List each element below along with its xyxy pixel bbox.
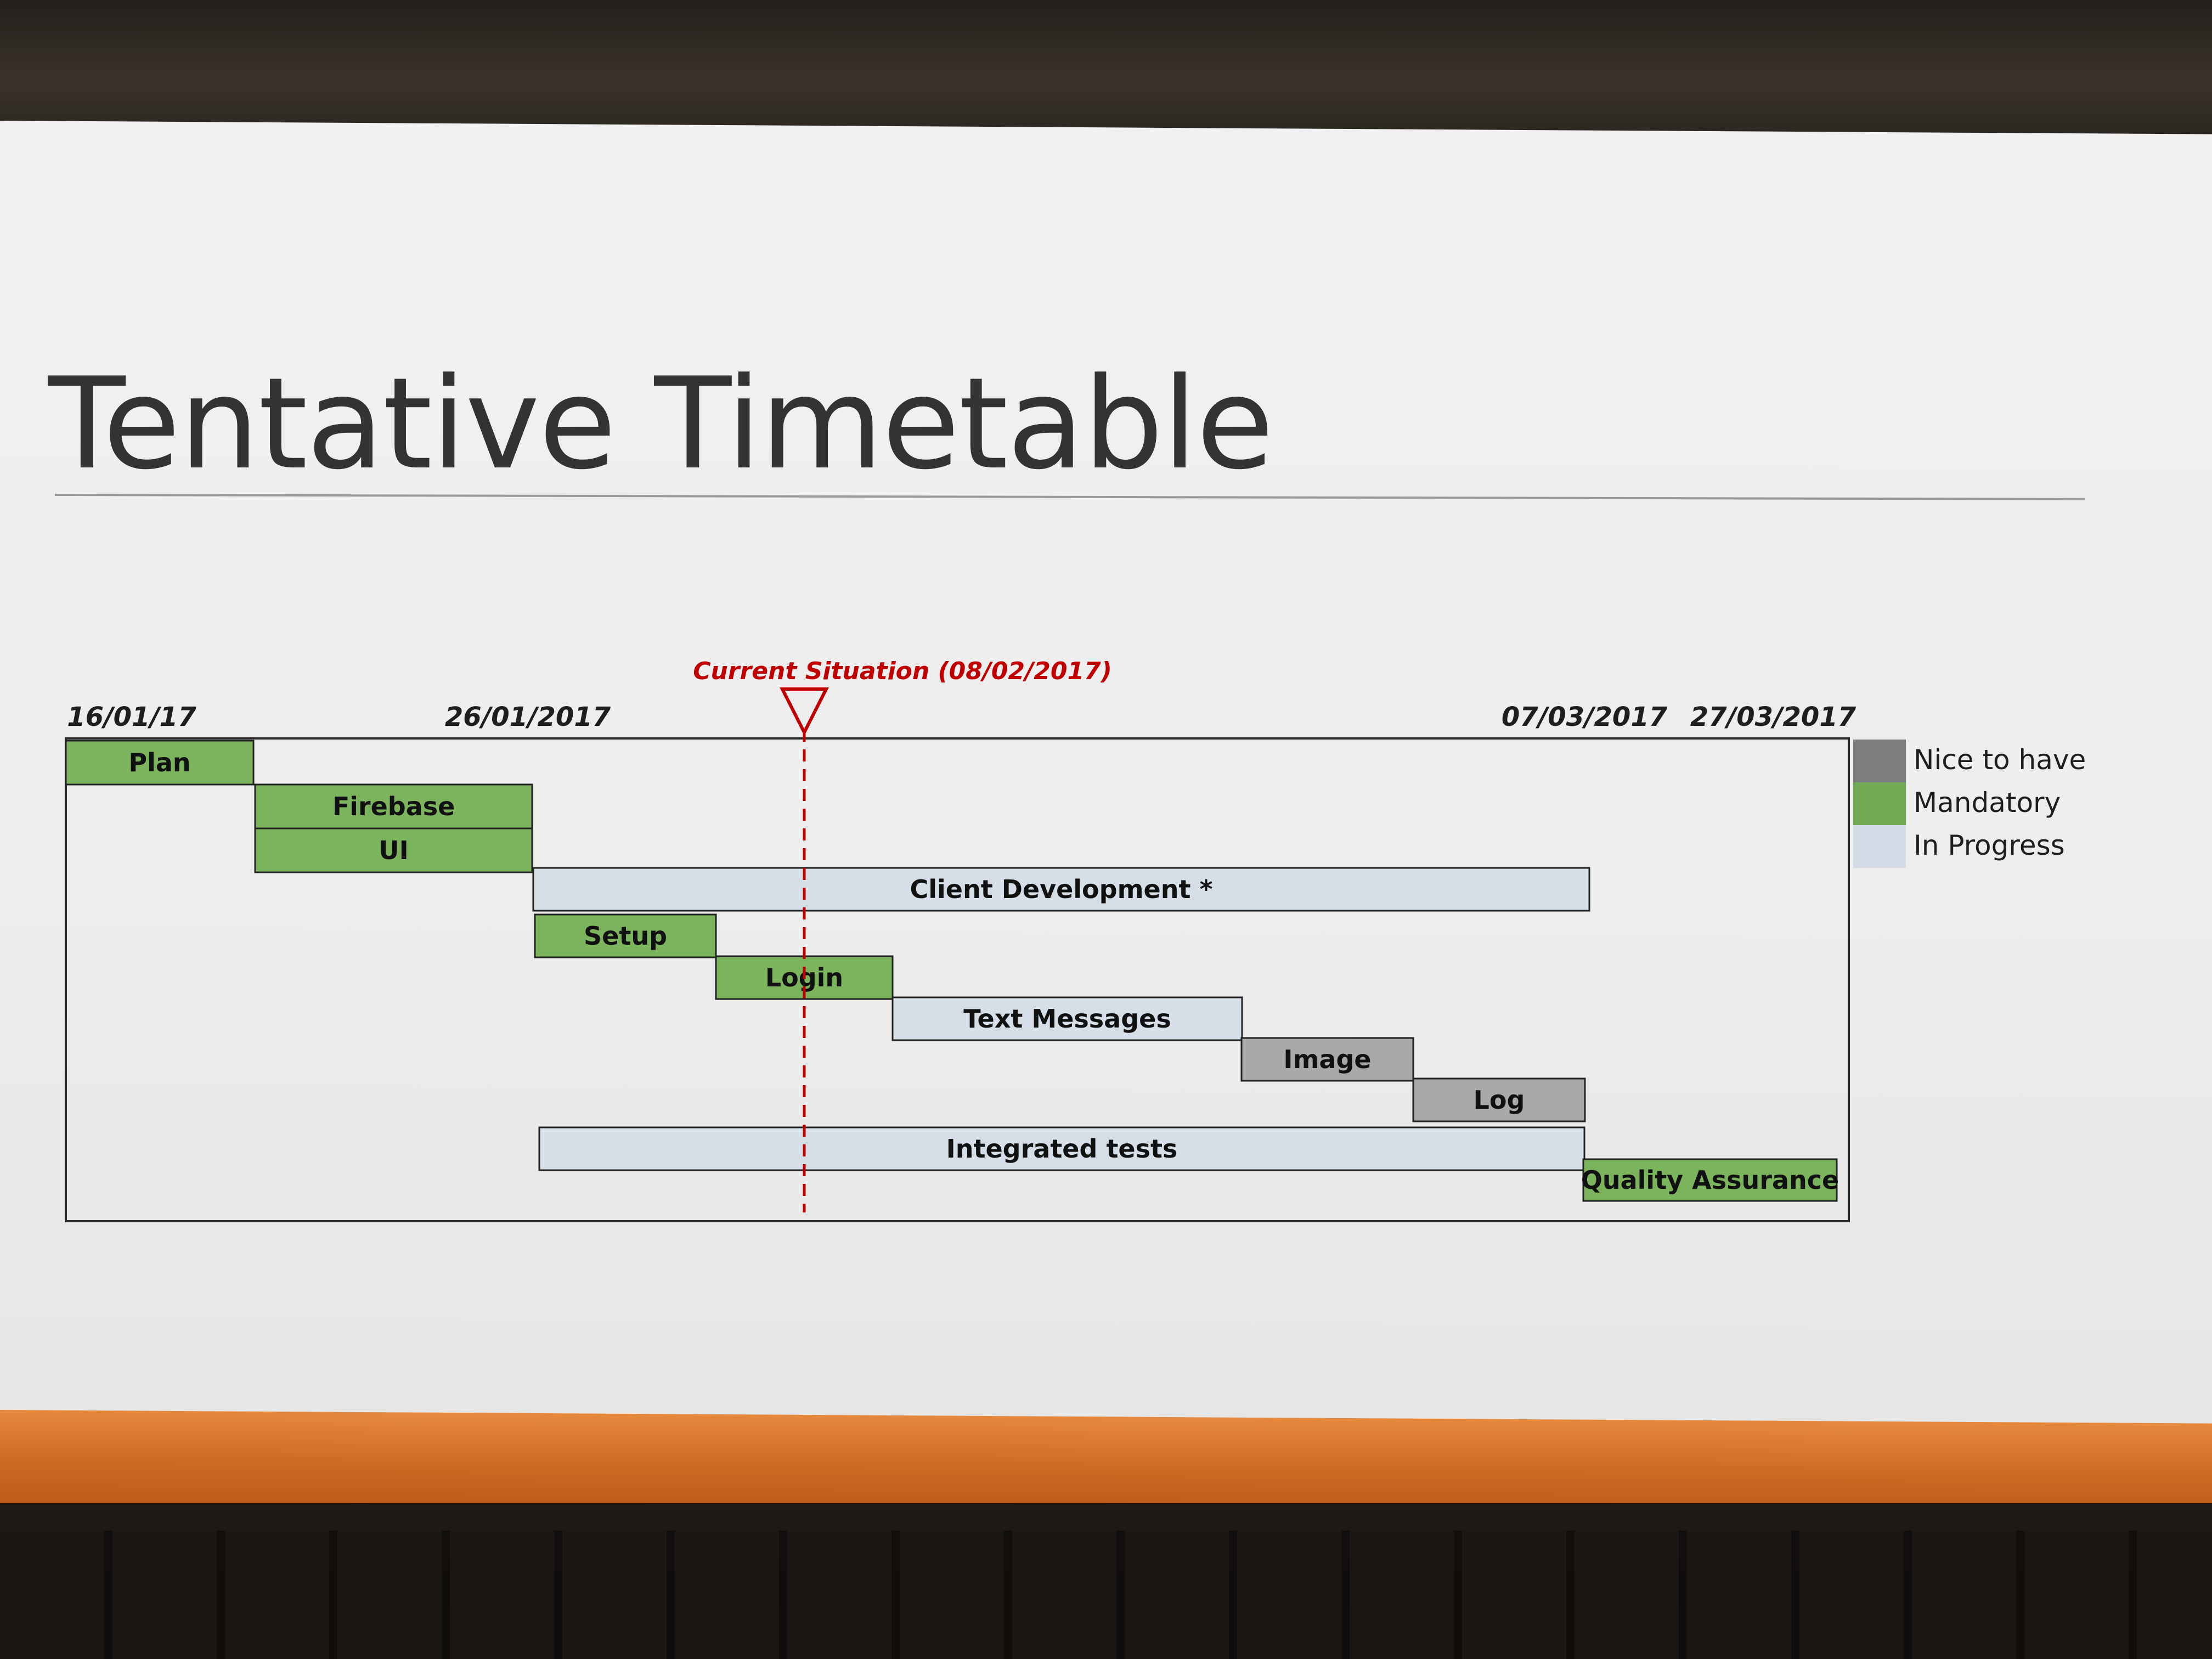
- date-label-3: 07/03/2017: [1502, 702, 1668, 732]
- task-label-image: Image: [1283, 1045, 1371, 1074]
- legend-label-nice-to-have: Nice to have: [1914, 744, 2086, 776]
- task-label-quality-assurance: Quality Assurance: [1581, 1165, 1839, 1195]
- date-label-1: 16/01/17: [67, 702, 196, 732]
- date-label-2: 26/01/2017: [445, 702, 611, 732]
- legend-swatch-in-progress: [1853, 825, 1906, 868]
- legend-label-mandatory: Mandatory: [1914, 787, 2061, 819]
- task-label-client-development: Client Development *: [910, 874, 1212, 904]
- task-label-plan: Plan: [128, 748, 190, 777]
- legend-swatch-mandatory: [1853, 782, 1906, 825]
- task-label-log: Log: [1474, 1085, 1525, 1115]
- task-label-ui: UI: [379, 836, 408, 865]
- gantt-chart: 16/01/17 26/01/2017 07/03/2017 27/03/2017 Pl…: [65, 657, 2086, 1222]
- task-label-text-messages: Text Messages: [963, 1004, 1171, 1034]
- legend-swatch-nice-to-have: [1853, 740, 1906, 782]
- task-label-setup: Setup: [584, 921, 667, 951]
- current-situation-label: Current Situation (08/02/2017): [693, 657, 1112, 685]
- current-situation-triangle-icon: [780, 687, 829, 736]
- date-label-4: 27/03/2017: [1690, 702, 1857, 732]
- task-label-firebase: Firebase: [332, 792, 455, 821]
- legend-label-in-progress: In Progress: [1914, 830, 2065, 861]
- task-label-integrated-tests: Integrated tests: [946, 1134, 1178, 1164]
